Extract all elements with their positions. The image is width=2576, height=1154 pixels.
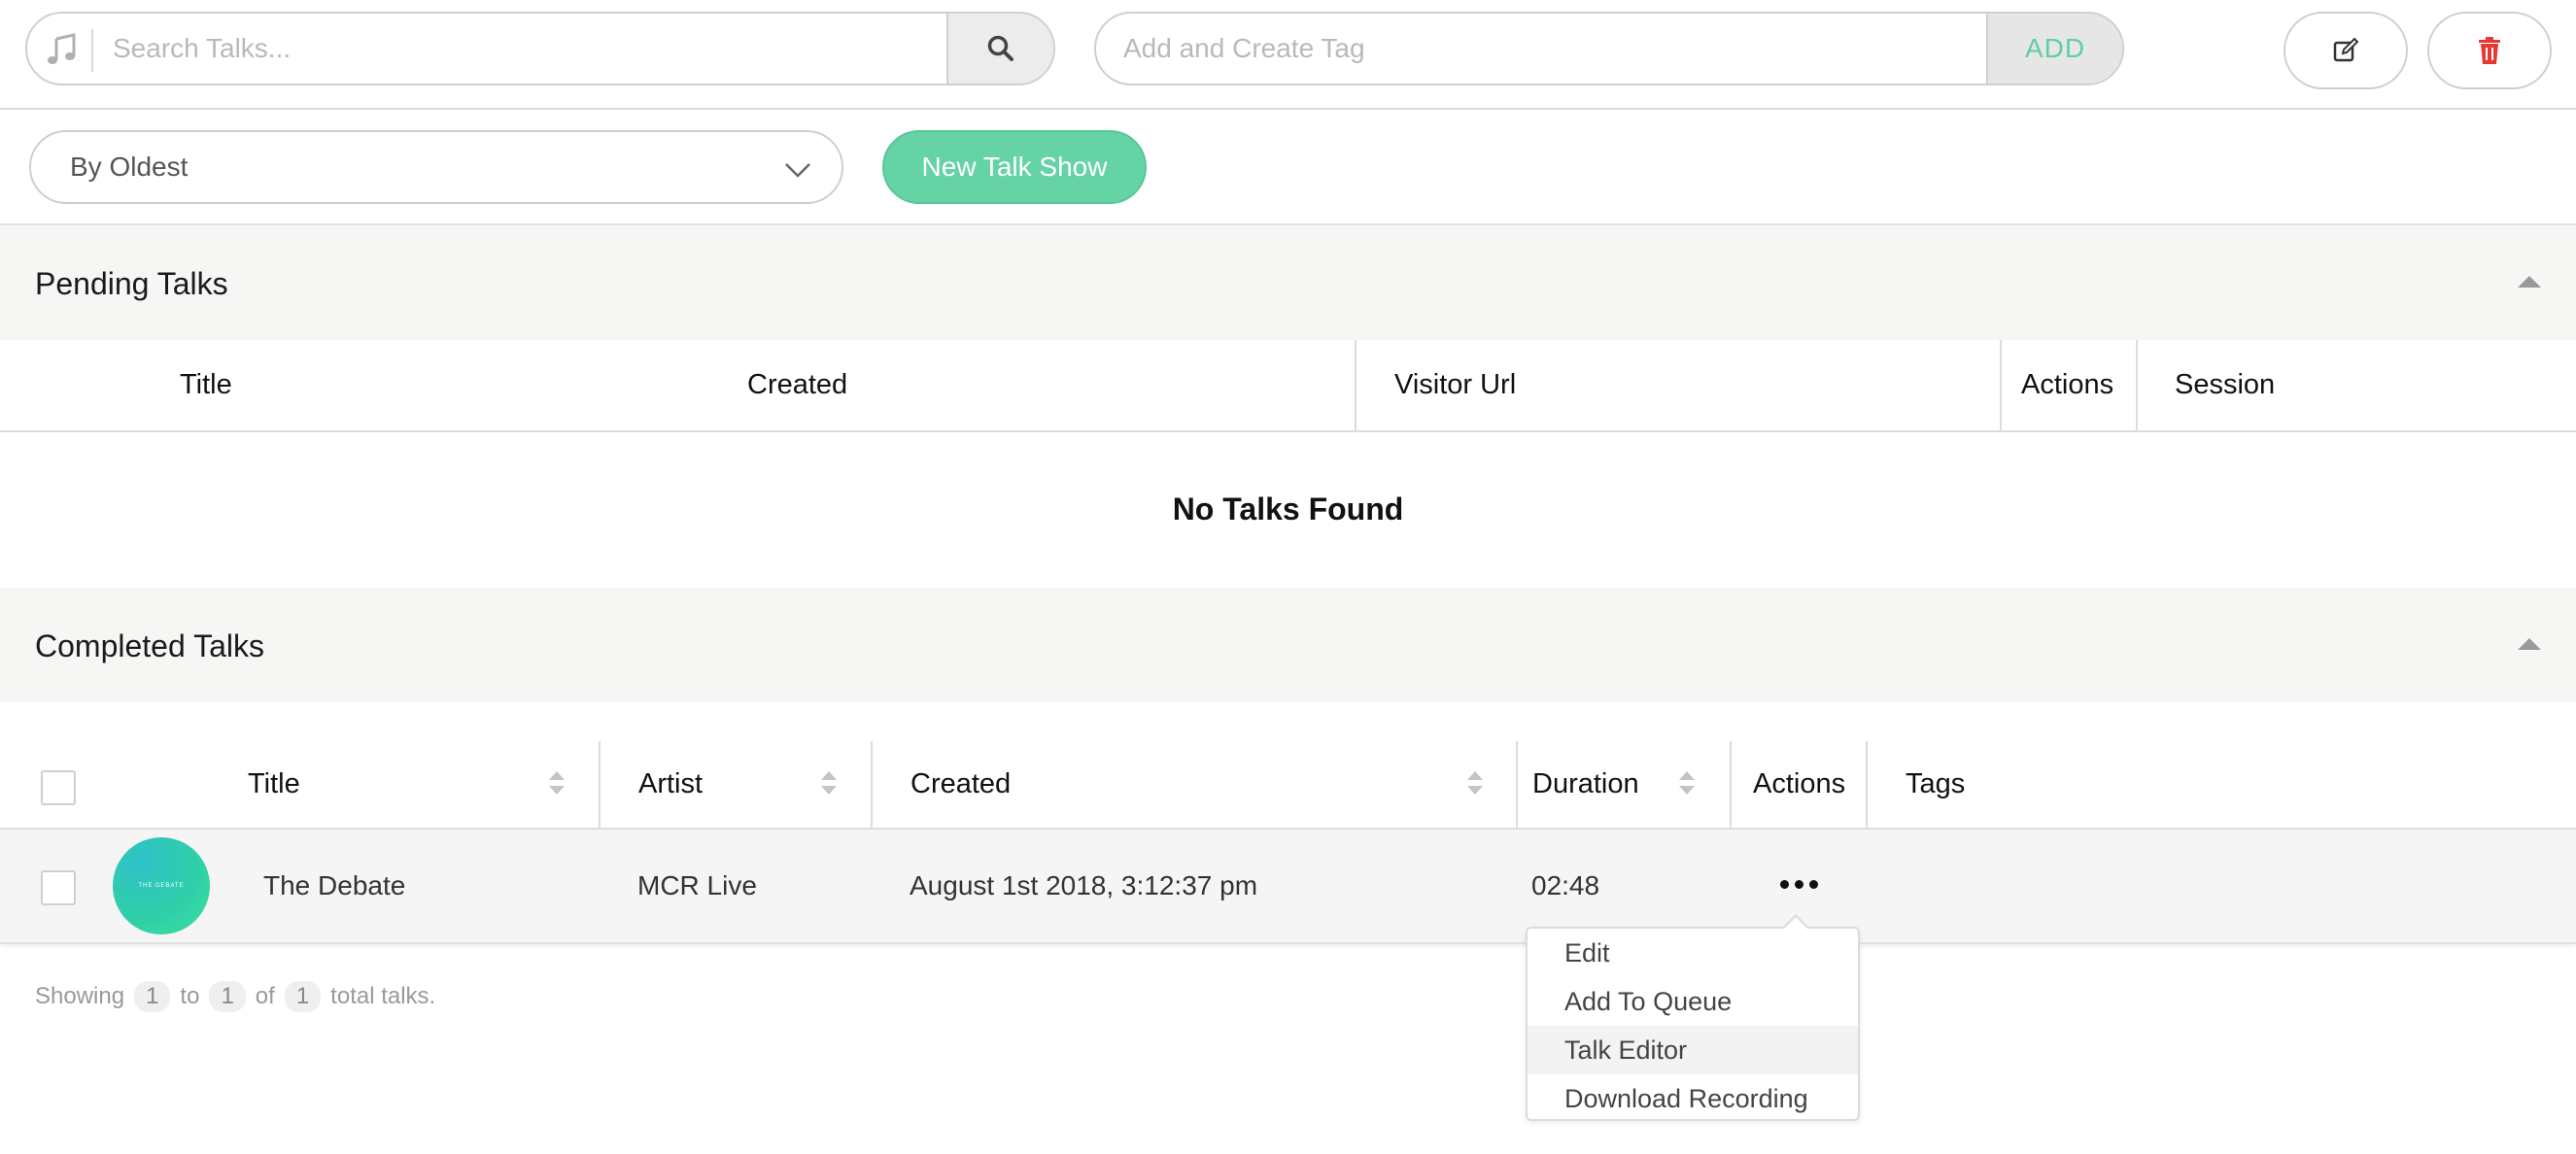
column-divider	[871, 741, 873, 828]
menu-item-add-to-queue[interactable]: Add To Queue	[1528, 977, 1858, 1026]
column-visitor-url: Visitor Url	[1394, 369, 1517, 400]
row-checkbox[interactable]	[41, 870, 76, 905]
showing-label: Showing	[35, 983, 125, 1009]
sort-arrows-icon[interactable]	[1465, 768, 1485, 798]
menu-item-download-recording[interactable]: Download Recording	[1528, 1074, 1858, 1123]
delete-button[interactable]	[2427, 12, 2552, 89]
total-label: total talks.	[330, 983, 436, 1009]
menu-item-edit[interactable]: Edit	[1528, 929, 1858, 977]
column-session: Session	[2175, 369, 2276, 400]
sort-arrows-icon[interactable]	[547, 768, 567, 798]
search-box	[25, 12, 1055, 85]
range-start: 1	[134, 981, 171, 1012]
tag-box: ADD	[1094, 12, 2124, 85]
tag-input[interactable]	[1123, 14, 2076, 84]
section-title: Completed Talks	[35, 628, 264, 663]
talk-duration: 02:48	[1531, 870, 1600, 900]
pending-talks-header[interactable]: Pending Talks	[0, 225, 2576, 340]
completed-table-header: Title Artist Created Duration Actions Ta…	[0, 741, 2576, 830]
column-created[interactable]: Created	[910, 741, 1011, 828]
section-title: Pending Talks	[35, 266, 228, 301]
new-talk-show-button[interactable]: New Talk Show	[882, 130, 1147, 204]
column-actions: Actions	[2021, 369, 2114, 400]
completed-talks-header[interactable]: Completed Talks	[0, 588, 2576, 702]
total-count: 1	[284, 981, 322, 1012]
column-divider	[1516, 741, 1518, 828]
column-actions: Actions	[1753, 768, 1846, 799]
search-button[interactable]	[946, 14, 1053, 84]
menu-arrow	[1784, 917, 1807, 929]
range-end: 1	[209, 981, 246, 1012]
sort-select[interactable]: By Oldest	[29, 130, 843, 204]
actions-dropdown-menu: Edit Add To Queue Talk Editor Download R…	[1526, 914, 1860, 1123]
empty-state-message: No Talks Found	[1172, 491, 1404, 526]
column-divider	[2000, 340, 2002, 430]
search-separator	[91, 29, 93, 72]
column-divider	[1355, 340, 1357, 430]
more-actions-icon[interactable]	[1780, 880, 1818, 889]
sort-arrows-icon[interactable]	[819, 768, 839, 798]
pagination-summary: Showing 1 to 1 of 1 total talks.	[35, 981, 435, 1012]
to-label: to	[180, 983, 200, 1009]
search-input[interactable]	[113, 14, 968, 84]
column-title[interactable]: Title	[248, 741, 300, 828]
column-artist[interactable]: Artist	[638, 741, 703, 828]
select-all-checkbox[interactable]	[41, 770, 76, 805]
add-tag-button[interactable]: ADD	[1986, 14, 2122, 84]
column-divider	[2136, 340, 2138, 430]
magnifier-icon	[987, 35, 1013, 61]
top-bar: ADD	[0, 0, 2576, 110]
talk-title: The Debate	[263, 870, 406, 900]
sort-arrows-icon[interactable]	[1677, 768, 1697, 798]
edit-icon	[2333, 37, 2359, 62]
column-title: Title	[180, 369, 232, 400]
collapse-caret-icon[interactable]	[2518, 638, 2541, 650]
column-divider	[1866, 741, 1868, 828]
column-divider	[1730, 741, 1732, 828]
pending-table-header: Title Created Visitor Url Actions Sessio…	[0, 340, 2576, 432]
column-divider	[599, 741, 601, 828]
menu-item-talk-editor[interactable]: Talk Editor	[1528, 1026, 1858, 1074]
thumbnail-text: THE DEBATE	[138, 883, 185, 889]
table-row[interactable]: THE DEBATE The Debate MCR Live August 1s…	[0, 830, 2576, 944]
column-duration[interactable]: Duration	[1532, 741, 1639, 828]
talk-artist: MCR Live	[637, 870, 757, 900]
column-created: Created	[747, 369, 848, 400]
of-label: of	[255, 983, 275, 1009]
column-tags: Tags	[1906, 768, 1966, 799]
music-note-icon	[48, 33, 76, 64]
sort-selected-value: By Oldest	[70, 152, 189, 182]
collapse-caret-icon[interactable]	[2518, 276, 2541, 288]
talk-thumbnail: THE DEBATE	[113, 837, 210, 934]
trash-icon	[2479, 37, 2500, 64]
talk-created: August 1st 2018, 3:12:37 pm	[910, 870, 1258, 900]
edit-button[interactable]	[2284, 12, 2408, 89]
chevron-down-icon	[785, 163, 810, 178]
